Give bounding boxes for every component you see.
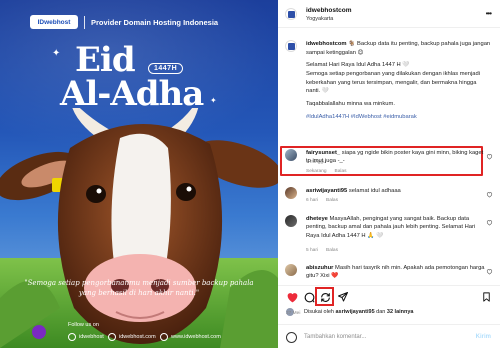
- comment-composer: Tambahkan komentar... Kirim: [278, 324, 500, 348]
- commenter-avatar[interactable]: [285, 215, 297, 227]
- social-website: idwebhost.com: [108, 333, 156, 341]
- comments-scroll[interactable]: idwebhostcom 🐐 Backup data itu penting, …: [278, 29, 500, 285]
- post-caption: idwebhostcom 🐐 Backup data itu penting, …: [306, 41, 492, 122]
- brand-divider: [84, 15, 85, 29]
- comment-item: dheteye MasyaAllah, pengingat yang sanga…: [278, 214, 500, 258]
- like-heart-icon[interactable]: [486, 219, 493, 226]
- brand-logo-icon: [287, 10, 295, 18]
- globe-icon: [108, 333, 116, 341]
- action-bar: Disukai oleh asriwijayanti95 dan 32 lain…: [278, 285, 500, 321]
- caption-avatar[interactable]: [285, 40, 297, 52]
- hashtags[interactable]: #IdulAdha1447H #IdWebhost #eidmubarak: [306, 113, 492, 122]
- post-location[interactable]: Yogyakarta: [306, 16, 333, 22]
- emoji-icon[interactable]: [286, 332, 297, 343]
- comment-icon[interactable]: [302, 290, 316, 304]
- share-send-icon[interactable]: [336, 290, 350, 304]
- bookmark-icon[interactable]: [479, 290, 493, 304]
- sparkle-icon: ✦: [52, 48, 61, 59]
- footer-badge-icon: [32, 325, 46, 339]
- commenter-avatar[interactable]: [285, 187, 297, 199]
- send-button[interactable]: Kirim: [476, 334, 491, 340]
- like-heart-icon[interactable]: [486, 153, 493, 160]
- brand-tagline: Provider Domain Hosting Indonesia: [91, 17, 219, 27]
- link-icon: [160, 333, 168, 341]
- post-header: idwebhostcom Yogyakarta •••: [278, 0, 500, 28]
- brand-logo-icon: [287, 42, 295, 50]
- more-horizontal-icon[interactable]: •••: [486, 9, 492, 18]
- commenter-avatar[interactable]: [285, 149, 297, 161]
- comment-item: abiszuhur Masih hari tasyrik nih min. Ap…: [278, 263, 500, 285]
- sparkle-icon: ✦: [210, 96, 217, 105]
- comment-item: asriwijayanti95 selamat idul adhaaa 6 ha…: [278, 186, 500, 208]
- commenter-avatar[interactable]: [285, 264, 297, 276]
- headline-year-badge: 1447H: [148, 63, 184, 74]
- comment-input[interactable]: Tambahkan komentar...: [304, 334, 366, 340]
- brand-row: IDwebhost Provider Domain Hosting Indone…: [30, 15, 218, 29]
- heart-liked-icon[interactable]: [285, 290, 299, 304]
- account-name[interactable]: idwebhostcom: [306, 7, 352, 14]
- instagram-icon: [68, 333, 76, 341]
- brand-logo: IDwebhost: [30, 15, 78, 29]
- follow-us-label: Follow us on: [68, 322, 99, 328]
- cow-illustration: [0, 108, 278, 348]
- social-url: www.idwebhost.com: [160, 333, 221, 341]
- account-avatar[interactable]: [285, 8, 297, 20]
- social-instagram: idwebhost: [68, 333, 104, 341]
- image-caption: "Semoga setiap pengorbananmu menjadi sum…: [24, 279, 254, 298]
- post-date: 27 Mei: [286, 311, 301, 316]
- post-image[interactable]: IDwebhost Provider Domain Hosting Indone…: [0, 0, 278, 348]
- likes-summary[interactable]: Disukai oleh asriwijayanti95 dan 32 lain…: [304, 309, 414, 315]
- like-heart-icon[interactable]: [486, 268, 493, 275]
- like-heart-icon[interactable]: [486, 191, 493, 198]
- image-footer: Follow us on idwebhost idwebhost.com www…: [0, 318, 278, 348]
- comment-item: fairysunset_ siapa yg ngide bikin poster…: [278, 148, 500, 176]
- repost-icon[interactable]: [318, 290, 332, 304]
- post-side-panel: idwebhostcom Yogyakarta ••• idwebhostcom…: [278, 0, 500, 348]
